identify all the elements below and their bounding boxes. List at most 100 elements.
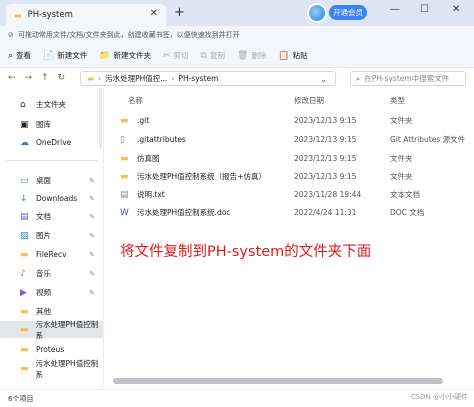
tab-label: PH-system [27,10,73,20]
folder-icon: ▬ [20,324,29,335]
file-type: Git Attributes 源文件 [390,135,466,144]
sidebar-item-documents[interactable]: ▤ 文档 ✎ [0,208,103,225]
chevron-down-icon[interactable]: ⌄ [320,75,327,84]
file-name: 仿真图 [137,154,160,163]
column-date[interactable]: 修改日期 [294,95,324,106]
address-bar[interactable]: ▬ › 污水处理PH值控... › PH-system ⌄ [80,71,336,86]
sidebar-item-filerecv[interactable]: ▬ FileRecv ✎ [0,246,103,263]
folder-icon: ▬ [20,249,29,260]
cut-icon: ✂ [162,50,171,61]
pin-icon: ✎ [89,288,95,297]
table-row[interactable]: ▬ 仿真图 2023/12/13 9:15 文件夹 [104,149,474,168]
tab-close-icon[interactable]: ✕ [150,8,158,19]
breadcrumb-current[interactable]: PH-system [178,74,218,83]
sidebar-item-label: 视频 [36,288,51,297]
sidebar: ⌂ 主文件夹 ▣ 图库 ☁ OneDrive ▭ 桌面 ✎ ↓ Downloads ✎ ▤ 文档… [0,88,104,388]
file-type: 文件夹 [390,172,413,181]
close-window-button[interactable]: ✕ [452,4,460,15]
pin-icon: ✎ [89,231,95,240]
paste-icon: 📋 [278,50,290,61]
view-button[interactable]: ⌕ 查看 [8,50,31,61]
file-name: .gitattributes [137,135,186,144]
search-input[interactable]: ⌕ 在PH-system中搜索文件 [350,71,466,86]
table-row[interactable]: ▯ .gitattributes 2023/12/13 9:15 Git Attr… [104,130,474,149]
sidebar-item-downloads[interactable]: ↓ Downloads ✎ [0,190,103,207]
search-icon: ⌕ [356,73,361,83]
up-icon[interactable]: ↑ [41,73,49,83]
picture-icon: ▨ [20,230,29,241]
horizontal-scrollbar[interactable] [113,378,443,384]
new-file-button[interactable]: 📄 新建文件 [43,50,87,61]
sidebar-item-label: 桌面 [36,176,51,185]
sidebar-item-label: OneDrive [36,138,72,147]
copy-button[interactable]: ⧉ 复制 [201,50,225,61]
refresh-icon[interactable]: ↻ [58,73,66,83]
sidebar-item-home[interactable]: ⌂ 主文件夹 [0,96,103,113]
desktop-icon: ▭ [20,175,29,186]
sidebar-item-label: 污水处理PH值控制系 [35,358,99,379]
sidebar-item-label: Downloads [36,194,78,203]
folder-icon: ▬ [20,306,29,317]
table-row[interactable]: ▤ 说明.txt 2023/11/28 19:44 文本文档 [104,185,474,204]
folder-icon: ▬ [14,10,22,20]
back-icon[interactable]: ← [8,73,16,83]
item-count: 6个项目 [8,394,34,403]
folder-icon: ▬ [120,171,129,182]
sidebar-item-pictures[interactable]: ▨ 图片 ✎ [0,227,103,244]
column-name[interactable]: 名称 [128,95,143,106]
view-icon: ⌕ [8,50,14,61]
file-icon: ▯ [120,134,125,145]
pin-icon: ✎ [89,176,95,185]
breadcrumb-parent[interactable]: 污水处理PH值控... [105,73,167,84]
table-row[interactable]: W 污水处理PH值控制系统.doc 2022/4/24 11:31 DOC 文档 [104,203,474,222]
new-folder-button[interactable]: 📁 新建文件夹 [99,50,151,61]
sidebar-item-onedrive[interactable]: ☁ OneDrive [0,134,103,151]
sidebar-item-ph-control-2[interactable]: ▬ 污水处理PH值控制系 [0,358,103,379]
file-type: DOC 文档 [390,208,425,217]
chevron-right-icon: › [98,74,102,83]
word-doc-icon: W [120,207,129,218]
folder-icon: ▬ [87,74,95,83]
sidebar-item-proteus[interactable]: ▬ Proteus [0,341,103,358]
delete-label: 删除 [251,51,267,60]
video-icon: ▶ [20,287,27,298]
sidebar-item-label: 污水处理PH值控制系 [35,319,99,340]
home-icon: ⌂ [20,99,26,110]
paste-button[interactable]: 📋 粘贴 [278,50,307,61]
file-date: 2023/12/13 9:15 [294,172,357,181]
cut-button[interactable]: ✂ 剪切 [163,50,189,61]
table-row[interactable]: ▬ 污水处理PH值控制系统（报告+仿真） 2023/12/13 9:15 文件夹 [104,167,474,186]
sidebar-item-videos[interactable]: ▶ 视频 ✎ [0,284,103,301]
folder-icon: ▬ [120,153,129,164]
table-row[interactable]: ▬ .git 2023/12/13 9:15 文件夹 [104,111,474,130]
file-name: 污水处理PH值控制系统.doc [137,208,231,217]
delete-button[interactable]: 🗑 删除 [237,50,266,61]
sidebar-item-desktop[interactable]: ▭ 桌面 ✎ [0,172,103,189]
vip-button[interactable]: 开通会员 [329,5,367,20]
cut-label: 剪切 [173,51,189,60]
pin-icon: ✎ [89,212,95,221]
avatar[interactable] [307,3,327,23]
new-file-label: 新建文件 [57,51,88,60]
minimize-button[interactable]: — [390,4,400,15]
file-date: 2023/11/28 19:44 [294,190,362,199]
chevron-right-icon: › [171,74,175,83]
column-type[interactable]: 类型 [390,95,405,106]
maximize-button[interactable]: ☐ [420,4,429,15]
sidebar-item-music[interactable]: ♪ 音乐 ✎ [0,265,103,282]
tab-ph-system[interactable]: ▬ PH-system ✕ [6,4,166,26]
sidebar-item-gallery[interactable]: ▣ 图库 [0,116,103,133]
folder-icon: ▬ [20,363,29,374]
sidebar-item-label: FileRecv [36,250,67,259]
new-tab-button[interactable]: + [174,5,185,20]
copy-label: 复制 [209,51,225,60]
sidebar-item-ph-control[interactable]: ▬ 污水处理PH值控制系 [0,319,103,340]
sidebar-item-other[interactable]: ▬ 其他 [0,303,103,320]
address-row: ← → ↑ ↻ ▬ › 污水处理PH值控... › PH-system ⌄ ⌕ … [0,68,474,88]
view-label: 查看 [16,51,32,60]
file-date: 2023/12/13 9:15 [294,135,357,144]
banner-text: 可拖动常用文件/文档/文件夹到此，创建收藏书签，以便快速找到并打开 [17,31,240,39]
file-name: 污水处理PH值控制系统（报告+仿真） [137,172,266,181]
forward-icon[interactable]: → [25,73,33,83]
toolbar: ⌕ 查看 📄 新建文件 📁 新建文件夹 ✂ 剪切 ⧉ 复制 🗑 删除 📋 粘贴 [0,44,474,68]
